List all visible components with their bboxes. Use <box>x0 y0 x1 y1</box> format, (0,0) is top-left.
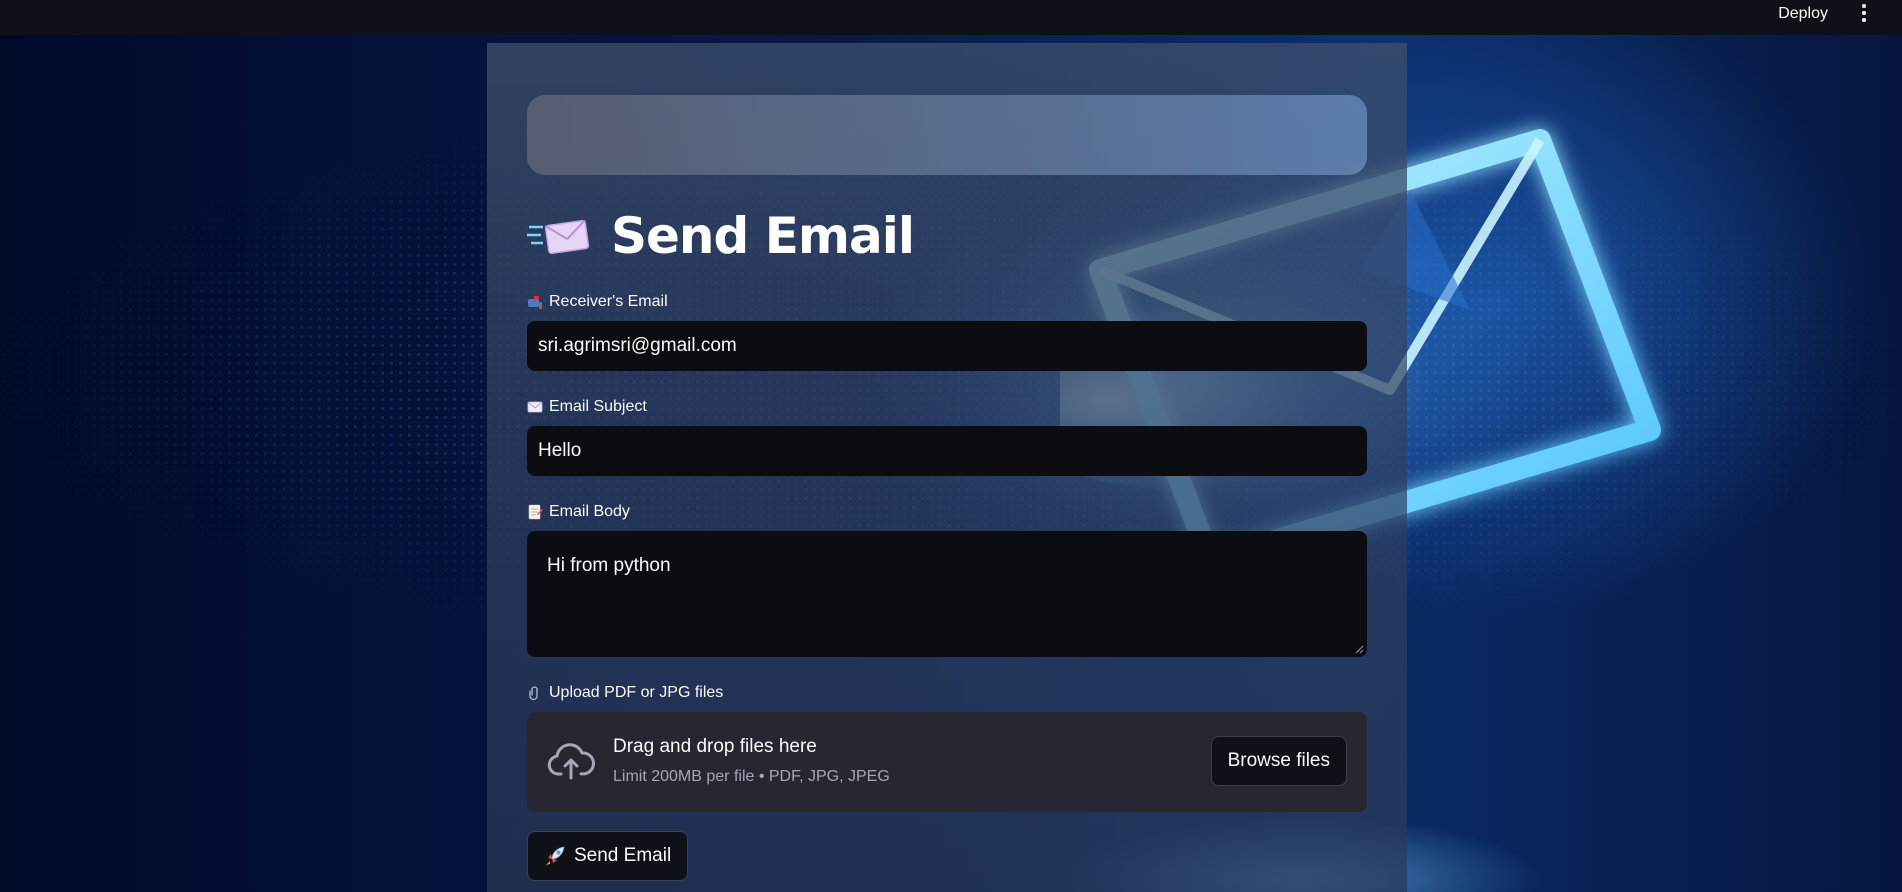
email-subject-label: Email Subject <box>527 396 647 418</box>
receiver-email-label-text: Receiver's Email <box>549 293 668 310</box>
kebab-menu-icon[interactable] <box>1858 4 1870 24</box>
envelope-icon <box>527 401 543 413</box>
email-body-label-text: Email Body <box>549 503 630 520</box>
email-subject-input[interactable]: Hello <box>527 426 1367 476</box>
browse-files-button[interactable]: Browse files <box>1210 736 1347 786</box>
receiver-email-label: Receiver's Email <box>527 291 668 313</box>
upload-files-label-text: Upload PDF or JPG files <box>549 684 724 701</box>
email-body-text: Hi from python <box>547 555 671 576</box>
email-subject-label-text: Email Subject <box>549 398 647 415</box>
resize-handle-icon[interactable] <box>1355 645 1364 654</box>
page-title-row: Send Email <box>527 201 915 271</box>
rocket-icon <box>546 846 565 865</box>
email-body-label: Email Body <box>527 501 630 523</box>
dropzone-hint: Limit 200MB per file • PDF, JPG, JPEG <box>613 768 890 785</box>
cloud-upload-icon <box>547 743 595 780</box>
mailbox-icon <box>528 296 542 309</box>
memo-icon <box>528 504 543 520</box>
header-banner <box>527 95 1367 175</box>
dropzone-title: Drag and drop files here <box>613 736 817 757</box>
deploy-button[interactable]: Deploy <box>1778 0 1828 28</box>
upload-files-label: Upload PDF or JPG files <box>527 682 723 704</box>
file-upload-dropzone[interactable]: Drag and drop files here Limit 200MB per… <box>527 712 1367 812</box>
main-content-column: Send Email Receiver's Email sri.agrimsri… <box>487 43 1407 892</box>
page-title: Send Email <box>611 207 915 265</box>
send-email-button[interactable]: Send Email <box>527 831 689 881</box>
send-email-button-label: Send Email <box>574 845 672 866</box>
flying-envelope-icon <box>527 219 589 255</box>
email-body-textarea[interactable]: Hi from python <box>527 531 1367 657</box>
receiver-email-input[interactable]: sri.agrimsri@gmail.com <box>527 321 1367 371</box>
app-header: Deploy <box>0 0 1902 35</box>
paperclip-icon <box>529 686 538 701</box>
